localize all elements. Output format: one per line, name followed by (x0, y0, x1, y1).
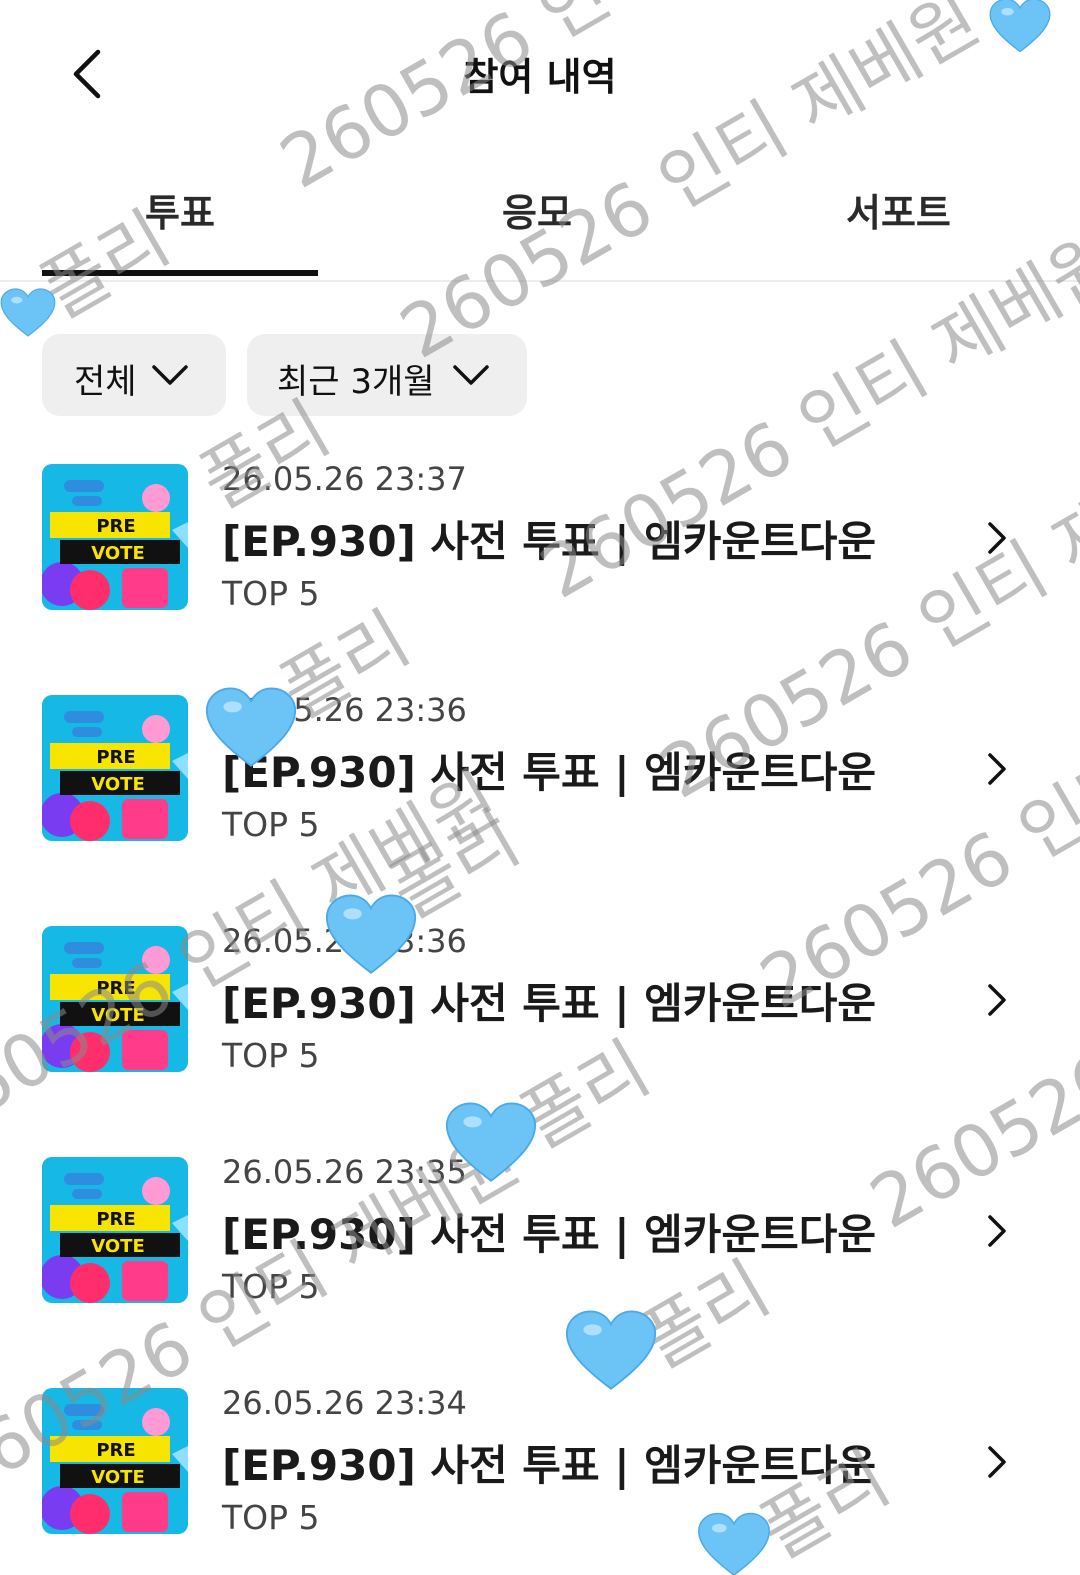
tab-entry[interactable]: 응모 (502, 182, 572, 237)
list-item[interactable]: PRE VOTE 26.05.26 23:37 [EP.930] 사전 투표 |… (0, 440, 1080, 650)
chevron-right-icon (988, 984, 1006, 1016)
list-item[interactable]: PRE VOTE 26.05.26 23:35 [EP.930] 사전 투표 |… (0, 1133, 1080, 1343)
period-filter-dropdown[interactable]: 최근 3개월 (247, 334, 527, 416)
type-filter-dropdown[interactable]: 전체 (42, 334, 226, 416)
heart-sticker-icon (0, 287, 56, 337)
chevron-down-icon (453, 365, 489, 385)
chevron-right-icon (988, 753, 1006, 785)
top-app-bar: 참여 내역 (0, 0, 1080, 150)
item-date: 26.05.26 23:34 (222, 1384, 467, 1422)
chevron-right-icon (988, 1446, 1006, 1478)
type-filter-label: 전체 (74, 362, 137, 402)
pre-vote-thumbnail: PRE VOTE (42, 1388, 188, 1534)
thumbnail-text-vote: VOTE (91, 543, 145, 564)
pre-vote-thumbnail: PRE VOTE (42, 1157, 188, 1303)
pre-vote-thumbnail: PRE VOTE (42, 926, 188, 1072)
thumbnail-text-pre: PRE (96, 1209, 135, 1230)
item-date: 26.05.26 23:35 (222, 1153, 467, 1191)
list-item[interactable]: PRE VOTE 26.05.26 23:34 [EP.930] 사전 투표 |… (0, 1364, 1080, 1574)
chevron-right-icon (988, 1215, 1006, 1247)
thumbnail-text-vote: VOTE (91, 774, 145, 795)
tab-support[interactable]: 서포트 (846, 182, 951, 237)
pre-vote-thumbnail: PRE VOTE (42, 464, 188, 610)
item-rank: TOP 5 (222, 574, 320, 613)
item-title: [EP.930] 사전 투표 | 엠카운트다운 (222, 1210, 877, 1259)
page-title: 참여 내역 (463, 55, 617, 99)
thumbnail-text-pre: PRE (96, 1440, 135, 1461)
pre-vote-thumbnail: PRE VOTE (42, 695, 188, 841)
item-title: [EP.930] 사전 투표 | 엠카운트다운 (222, 1441, 877, 1490)
thumbnail-text-vote: VOTE (91, 1005, 145, 1026)
thumbnail-text-vote: VOTE (91, 1467, 145, 1488)
period-filter-label: 최근 3개월 (277, 362, 435, 402)
thumbnail-text-pre: PRE (96, 516, 135, 537)
tab-bar: 투표 응모 서포트 (0, 170, 1080, 282)
thumbnail-text-pre: PRE (96, 978, 135, 999)
item-title: [EP.930] 사전 투표 | 엠카운트다운 (222, 979, 877, 1028)
tab-vote[interactable]: 투표 (145, 182, 215, 237)
item-date: 26.05.26 23:36 (222, 922, 467, 960)
item-title: [EP.930] 사전 투표 | 엠카운트다운 (222, 748, 877, 797)
item-rank: TOP 5 (222, 1036, 320, 1075)
list-item[interactable]: PRE VOTE 26.05.26 23:36 [EP.930] 사전 투표 |… (0, 902, 1080, 1112)
active-tab-indicator (42, 270, 318, 276)
item-date: 26.05.26 23:37 (222, 460, 467, 498)
item-date: 26.05.26 23:36 (222, 691, 467, 729)
thumbnail-text-pre: PRE (96, 747, 135, 768)
item-rank: TOP 5 (222, 1498, 320, 1537)
thumbnail-text-vote: VOTE (91, 1236, 145, 1257)
list-item[interactable]: PRE VOTE 26.05.26 23:36 [EP.930] 사전 투표 |… (0, 671, 1080, 881)
item-title: [EP.930] 사전 투표 | 엠카운트다운 (222, 517, 877, 566)
item-rank: TOP 5 (222, 805, 320, 844)
item-rank: TOP 5 (222, 1267, 320, 1306)
chevron-down-icon (152, 365, 188, 385)
chevron-right-icon (988, 522, 1006, 554)
